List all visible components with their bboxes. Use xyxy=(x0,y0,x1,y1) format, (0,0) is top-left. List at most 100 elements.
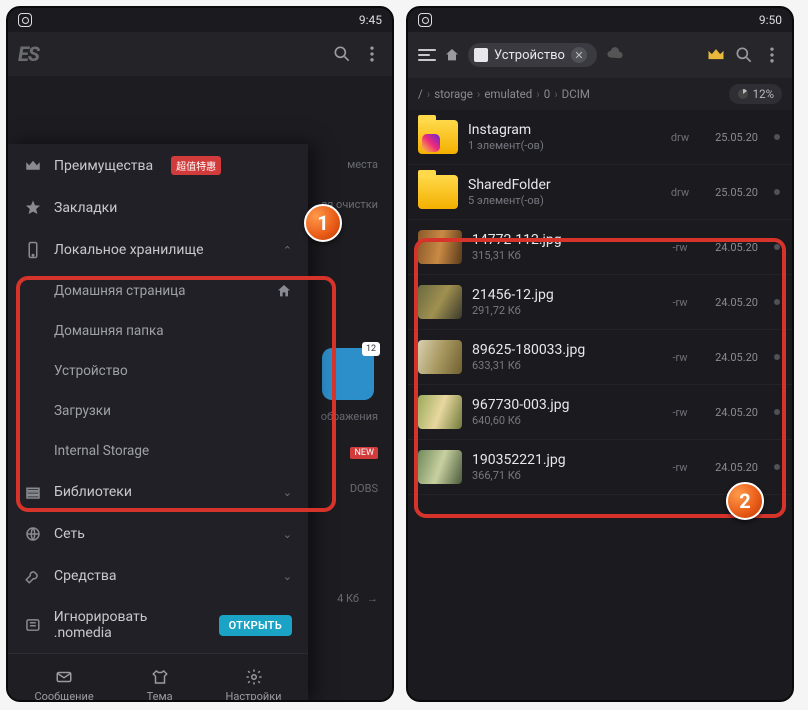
location-chip[interactable]: Устройство ✕ xyxy=(468,43,597,67)
file-date: 24.05.20 xyxy=(708,406,758,419)
nav-message-label: Сообщение xyxy=(34,690,93,702)
sdcard-icon xyxy=(474,48,488,62)
cloud-icon[interactable] xyxy=(605,45,625,65)
file-row[interactable]: 967730-003.jpg 640,60 Кб -rw 24.05.20 xyxy=(408,385,792,440)
chevron-down-icon: ⌄ xyxy=(283,486,292,499)
open-button[interactable]: ОТКРЫТЬ xyxy=(219,615,292,636)
dot-icon xyxy=(774,409,780,415)
chevron-down-icon: ⌄ xyxy=(283,528,292,541)
home-icon xyxy=(276,283,292,299)
sidebar-item-homefolder[interactable]: Домашняя папка xyxy=(8,311,308,351)
images-tile[interactable]: 12 xyxy=(322,348,374,400)
instagram-icon xyxy=(418,13,432,27)
crumb-root[interactable]: / xyxy=(418,87,423,101)
network-icon xyxy=(24,525,42,543)
file-perm: drw xyxy=(662,131,698,144)
file-name: 967730-003.jpg xyxy=(472,397,652,414)
tools-label: Средства xyxy=(54,568,117,584)
file-perm: -rw xyxy=(662,406,698,419)
arrow-icon: → xyxy=(367,592,378,605)
storage-usage[interactable]: 12% xyxy=(729,84,782,104)
file-name: 21456-12.jpg xyxy=(472,287,652,304)
sidebar-item-downloads[interactable]: Загрузки xyxy=(8,391,308,431)
close-icon[interactable]: ✕ xyxy=(571,47,587,63)
homefolder-label: Домашняя папка xyxy=(54,323,164,339)
sidebar-network[interactable]: Сеть ⌄ xyxy=(8,513,308,555)
breadcrumb[interactable]: /› storage› emulated› 0› DCIM 12% xyxy=(408,78,792,110)
sidebar-libraries[interactable]: Библиотеки ⌄ xyxy=(8,471,308,513)
tile-count-badge: 12 xyxy=(362,342,380,356)
image-thumbnail xyxy=(418,395,462,429)
sidebar-local-storage[interactable]: Локальное хранилище ⌃ xyxy=(8,229,308,271)
file-perm: drw xyxy=(662,186,698,199)
image-thumbnail xyxy=(418,340,462,374)
internal-label: Internal Storage xyxy=(54,443,149,459)
folder-row[interactable]: Instagram 1 элемент(-ов) drw 25.05.20 xyxy=(408,110,792,165)
file-meta: 366,71 Кб xyxy=(472,469,652,482)
crumb-emulated[interactable]: emulated xyxy=(484,87,532,101)
file-meta: 633,31 Кб xyxy=(472,359,652,372)
star-icon xyxy=(24,199,42,217)
nav-settings[interactable]: Настройки xyxy=(226,668,282,702)
new-badge: NEW xyxy=(350,447,378,459)
images-label: ображения xyxy=(321,410,378,423)
file-perm: -rw xyxy=(662,296,698,309)
more-icon[interactable] xyxy=(762,45,782,65)
image-thumbnail xyxy=(418,285,462,319)
menu-icon[interactable] xyxy=(418,49,436,61)
file-row[interactable]: 14772-112.jpg 315,31 Кб -rw 24.05.20 xyxy=(408,220,792,275)
sidebar-bottom-nav: Сообщение Тема Настройки xyxy=(8,653,308,702)
libraries-label: Библиотеки xyxy=(54,484,132,500)
sidebar-tools[interactable]: Средства ⌄ xyxy=(8,555,308,597)
size-hint: 4 Кб xyxy=(337,592,359,605)
search-icon[interactable] xyxy=(332,44,352,64)
app-topbar: ES xyxy=(8,32,392,76)
file-list: Instagram 1 элемент(-ов) drw 25.05.20 Sh… xyxy=(408,110,792,700)
status-bar: 9:50 xyxy=(408,8,792,32)
nav-theme[interactable]: Тема xyxy=(147,668,173,702)
nomedia-label: Игнорировать .nomedia xyxy=(54,609,207,641)
file-row[interactable]: 89625-180033.jpg 633,31 Кб -rw 24.05.20 xyxy=(408,330,792,385)
file-row[interactable]: 21456-12.jpg 291,72 Кб -rw 24.05.20 xyxy=(408,275,792,330)
library-icon xyxy=(24,483,42,501)
phone-right: 9:50 Устройство ✕ /› storage› emulated› … xyxy=(406,6,794,702)
crown-icon xyxy=(24,157,42,175)
file-meta: 1 элемент(-ов) xyxy=(468,139,652,152)
chevron-down-icon: ⌄ xyxy=(283,570,292,583)
sidebar-item-internal[interactable]: Internal Storage xyxy=(8,431,308,471)
es-logo: ES xyxy=(18,42,39,66)
status-time: 9:50 xyxy=(759,13,782,27)
gear-icon xyxy=(245,668,263,686)
file-name: 89625-180033.jpg xyxy=(472,342,652,359)
sidebar-item-homepage[interactable]: Домашняя страница xyxy=(8,271,308,311)
sidebar-premium[interactable]: Преимущества 超值特惠 xyxy=(8,144,308,187)
file-date: 25.05.20 xyxy=(708,131,758,144)
instagram-icon xyxy=(18,13,32,27)
more-icon[interactable] xyxy=(362,44,382,64)
sidebar-bookmarks[interactable]: Закладки xyxy=(8,187,308,229)
dot-icon xyxy=(774,189,780,195)
dot-icon xyxy=(774,134,780,140)
crumb-dcim[interactable]: DCIM xyxy=(562,87,590,101)
sidebar-nomedia[interactable]: Игнорировать .nomedia ОТКРЫТЬ xyxy=(8,597,308,653)
dot-icon xyxy=(774,354,780,360)
crumb-storage[interactable]: storage xyxy=(434,87,473,101)
folder-icon xyxy=(418,120,458,154)
chip-label: Устройство xyxy=(494,48,565,63)
bookmarks-label: Закладки xyxy=(54,200,117,216)
envelope-icon xyxy=(55,668,73,686)
search-icon[interactable] xyxy=(734,45,754,65)
file-perm: -rw xyxy=(662,241,698,254)
wrench-icon xyxy=(24,567,42,585)
folder-row[interactable]: SharedFolder 5 элемент(-ов) drw 25.05.20 xyxy=(408,165,792,220)
crown-icon[interactable] xyxy=(706,45,726,65)
file-meta: 5 элемент(-ов) xyxy=(468,194,652,207)
phone-icon xyxy=(24,241,42,259)
image-thumbnail xyxy=(418,230,462,264)
home-icon[interactable] xyxy=(444,45,460,65)
crumb-0[interactable]: 0 xyxy=(544,87,550,101)
sidebar-item-device[interactable]: Устройство xyxy=(8,351,308,391)
file-date: 24.05.20 xyxy=(708,241,758,254)
nav-message[interactable]: Сообщение xyxy=(34,668,93,702)
chevron-up-icon: ⌃ xyxy=(283,244,292,257)
